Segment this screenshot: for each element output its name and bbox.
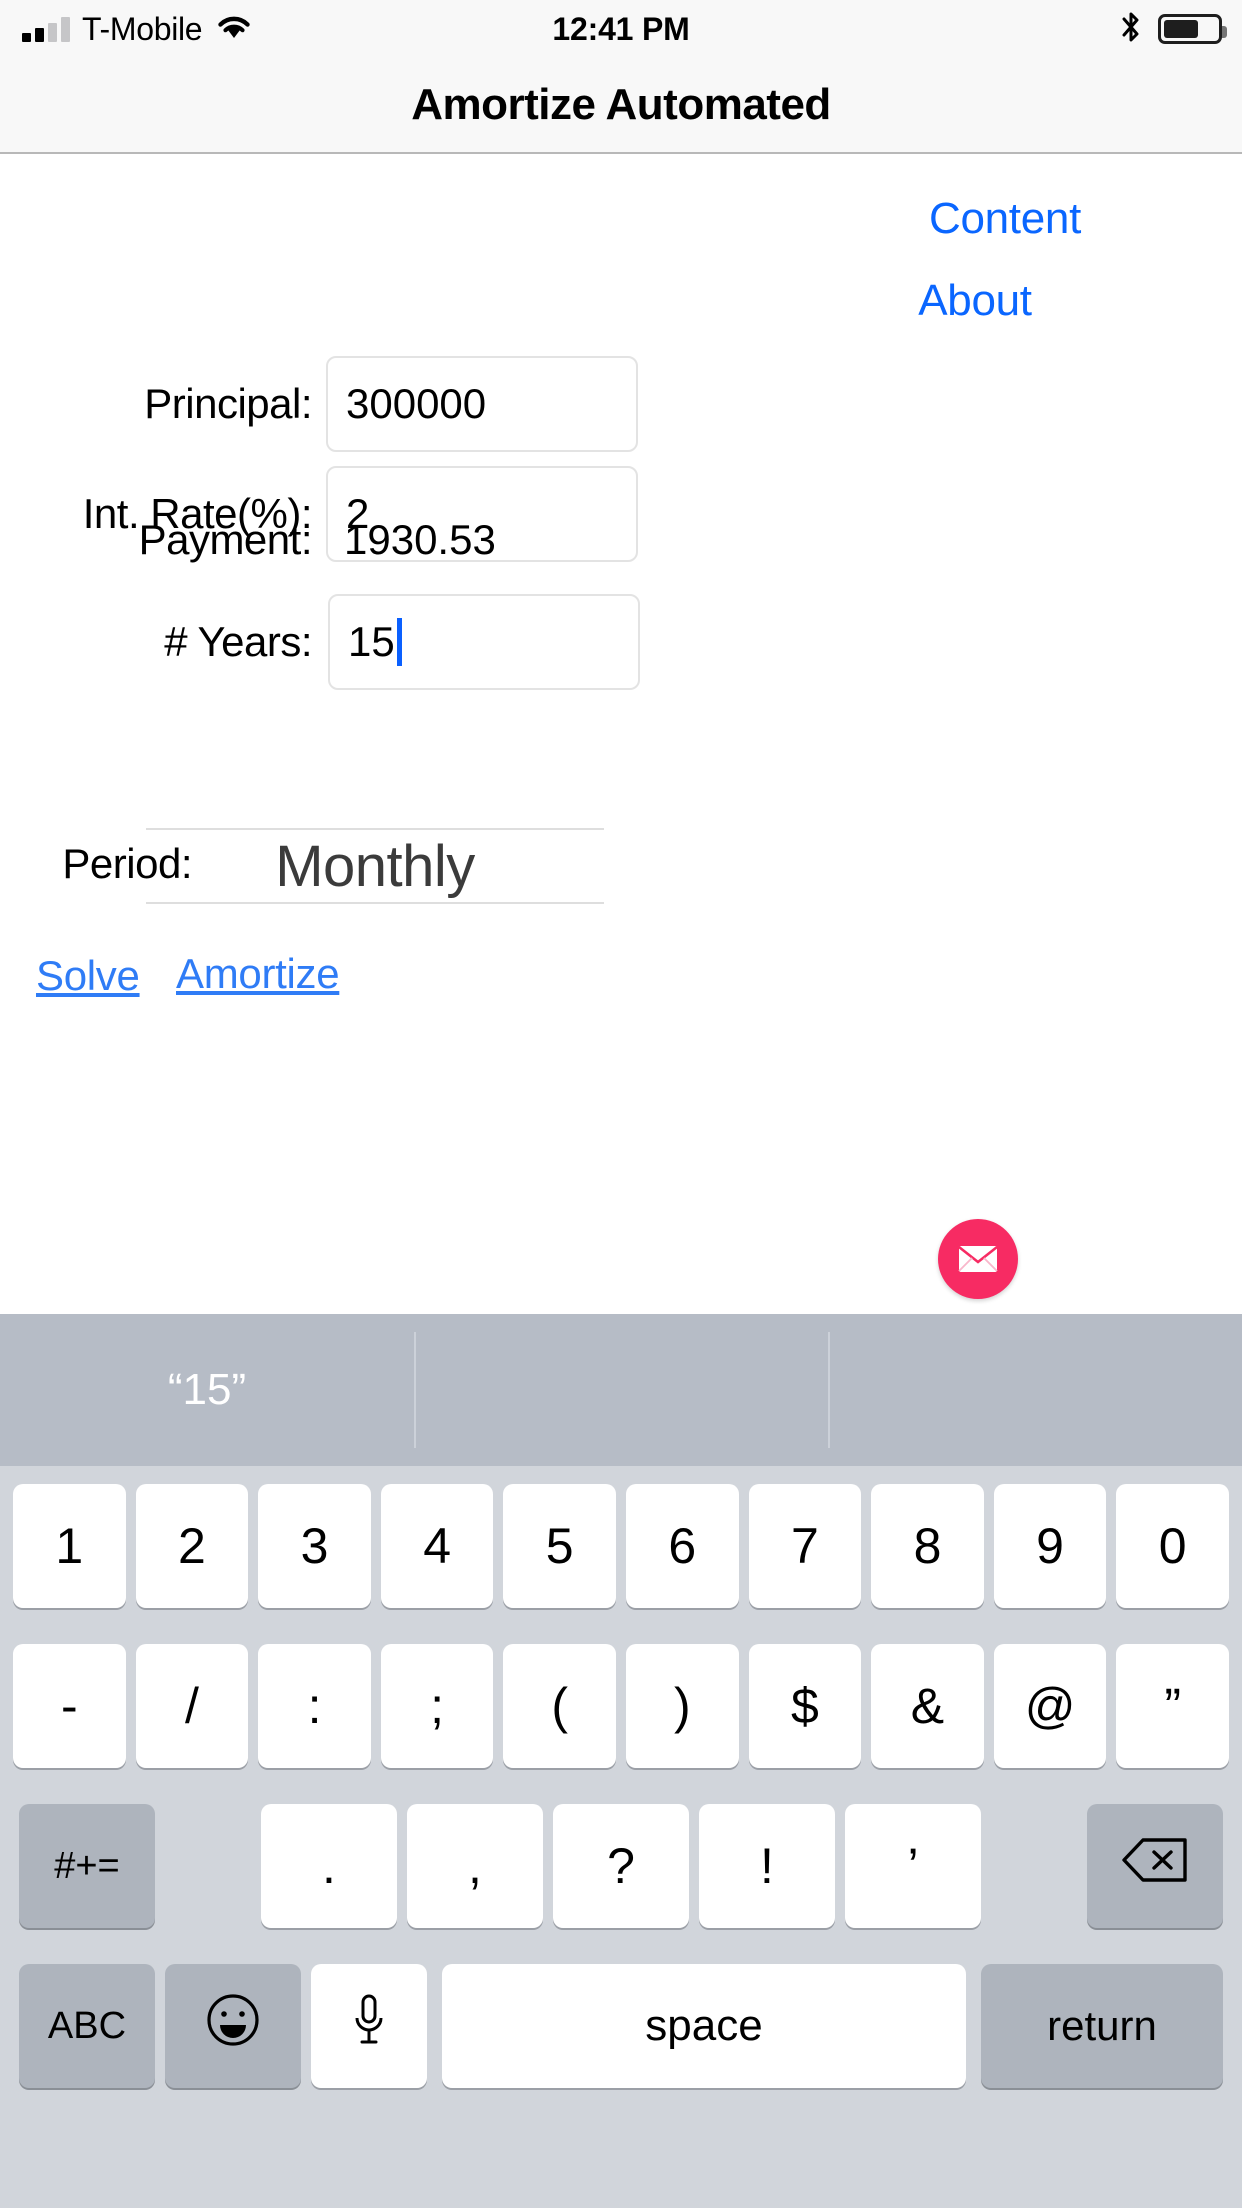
years-value: 15 xyxy=(348,618,395,665)
key-semicolon[interactable]: ; xyxy=(380,1644,494,1768)
status-bar-right xyxy=(1120,10,1227,49)
period-selected-value: Monthly xyxy=(275,833,475,899)
payment-row: Payment: 1930.53 xyxy=(0,516,650,564)
key-dictation[interactable] xyxy=(311,1964,427,2088)
app-screen: T-Mobile 12:41 PM Amortize Automated Con… xyxy=(0,0,1242,2208)
bluetooth-icon xyxy=(1120,10,1142,49)
key-paren-close[interactable]: ) xyxy=(626,1644,739,1768)
status-bar: T-Mobile 12:41 PM xyxy=(0,0,1242,58)
text-cursor xyxy=(396,618,402,666)
key-ampersand[interactable]: & xyxy=(871,1644,984,1768)
key-quote[interactable]: ” xyxy=(1116,1644,1229,1768)
key-0[interactable]: 0 xyxy=(1116,1484,1229,1608)
key-colon[interactable]: : xyxy=(258,1644,371,1768)
mail-button[interactable] xyxy=(938,1219,1018,1299)
key-3[interactable]: 3 xyxy=(258,1484,371,1608)
key-abc[interactable]: ABC xyxy=(19,1964,155,2088)
key-2[interactable]: 2 xyxy=(135,1484,249,1608)
payment-value: 1930.53 xyxy=(344,516,496,563)
suggestion-0[interactable]: “15” xyxy=(0,1314,414,1466)
key-5[interactable]: 5 xyxy=(503,1484,616,1608)
key-4[interactable]: 4 xyxy=(380,1484,494,1608)
keyboard-row-punctuation: #+= . , ? ! ’ xyxy=(0,1786,1242,1946)
mail-icon xyxy=(958,1245,998,1273)
key-return[interactable]: return xyxy=(981,1964,1223,2088)
principal-label: Principal: xyxy=(144,380,312,427)
main-content: Content About Principal: 300000 Int. Rat… xyxy=(0,154,1242,1314)
keyboard-row-numbers: 1 2 3 4 5 6 7 8 9 0 xyxy=(0,1466,1242,1626)
key-paren-open[interactable]: ( xyxy=(503,1644,616,1768)
key-1[interactable]: 1 xyxy=(13,1484,126,1608)
principal-value: 300000 xyxy=(346,380,487,427)
key-slash[interactable]: / xyxy=(135,1644,249,1768)
key-hyphen[interactable]: - xyxy=(13,1644,126,1768)
payment-label: Payment: xyxy=(138,516,313,563)
key-space[interactable]: space xyxy=(442,1964,966,2088)
suggestion-bar: “15” xyxy=(0,1314,1242,1466)
key-7[interactable]: 7 xyxy=(748,1484,862,1608)
punctuation-keys: . , ? ! ’ xyxy=(160,1804,1082,1928)
key-backspace[interactable] xyxy=(1087,1804,1223,1928)
microphone-icon xyxy=(349,1991,389,2061)
key-at[interactable]: @ xyxy=(993,1644,1107,1768)
emoji-icon xyxy=(204,1991,262,2061)
battery-icon xyxy=(1158,14,1227,44)
years-label: # Years: xyxy=(164,618,312,665)
key-6[interactable]: 6 xyxy=(626,1484,739,1608)
suggestion-1[interactable] xyxy=(414,1314,828,1466)
years-input[interactable]: 15 xyxy=(328,594,640,690)
navigation-bar: Amortize Automated xyxy=(0,58,1242,154)
suggestion-2[interactable] xyxy=(828,1314,1242,1466)
key-9[interactable]: 9 xyxy=(993,1484,1107,1608)
clock-label: 12:41 PM xyxy=(552,10,690,47)
page-title: Amortize Automated xyxy=(411,80,831,129)
amortize-button[interactable]: Amortize xyxy=(176,950,340,998)
years-row: # Years: 15 xyxy=(0,594,650,690)
principal-input[interactable]: 300000 xyxy=(326,356,638,452)
key-emoji[interactable] xyxy=(165,1964,301,2088)
key-symbols-toggle[interactable]: #+= xyxy=(19,1804,155,1928)
backspace-icon xyxy=(1121,1836,1189,1896)
content-link[interactable]: Content xyxy=(880,194,1130,244)
about-link[interactable]: About xyxy=(880,276,1070,326)
key-exclamation[interactable]: ! xyxy=(699,1804,835,1928)
period-picker[interactable]: Monthly xyxy=(146,828,604,904)
keyboard-row-symbols: - / : ; ( ) $ & @ ” xyxy=(0,1626,1242,1786)
key-apostrophe[interactable]: ’ xyxy=(845,1804,981,1928)
key-comma[interactable]: , xyxy=(407,1804,543,1928)
key-8[interactable]: 8 xyxy=(871,1484,984,1608)
keyboard-row-bottom: ABC space return xyxy=(0,1946,1242,2106)
key-question[interactable]: ? xyxy=(553,1804,689,1928)
key-period[interactable]: . xyxy=(261,1804,397,1928)
solve-button[interactable]: Solve xyxy=(36,952,140,1000)
keyboard: “15” 1 2 3 4 5 6 7 8 9 0 - / : ; ( ) $ &… xyxy=(0,1314,1242,2208)
key-dollar[interactable]: $ xyxy=(748,1644,862,1768)
principal-row: Principal: 300000 xyxy=(0,356,650,452)
